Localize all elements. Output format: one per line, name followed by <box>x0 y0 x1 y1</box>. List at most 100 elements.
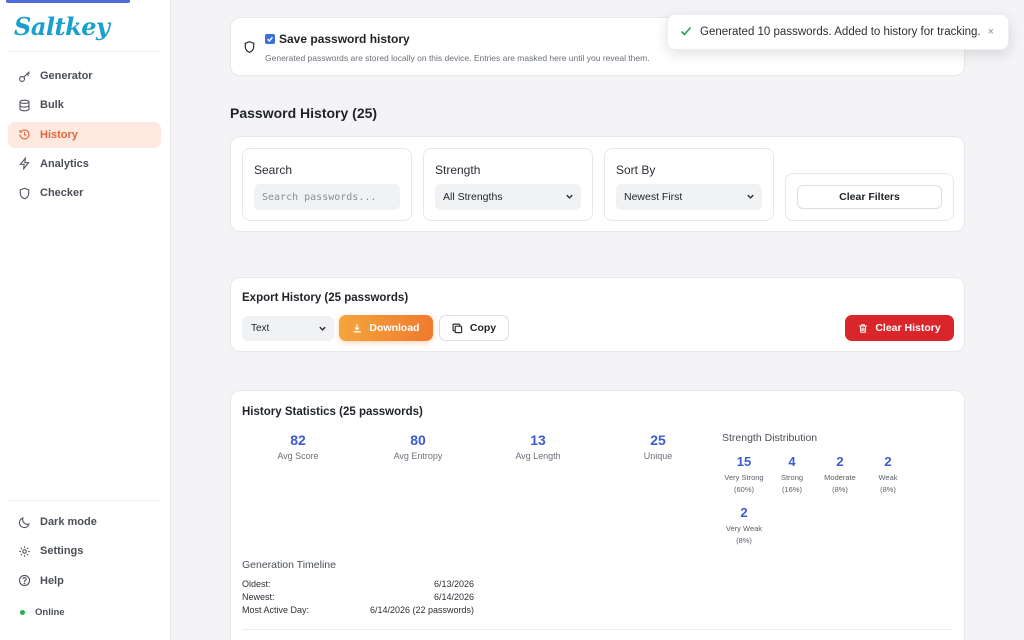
timeline-label: Newest: <box>242 592 275 602</box>
sidebar-item-help[interactable]: Help <box>8 568 161 594</box>
lightning-icon <box>17 157 31 171</box>
close-icon[interactable]: × <box>988 26 994 38</box>
search-label: Search <box>254 163 293 177</box>
sort-select[interactable]: Newest First <box>616 184 762 210</box>
clear-filters-box: Clear Filters <box>785 173 954 221</box>
distribution-weak: 2 Weak (8%) <box>862 454 914 496</box>
timeline-row: Oldest: 6/13/2026 <box>242 579 474 589</box>
main-nav: Generator Bulk History Analytics Checker <box>8 63 161 209</box>
shield-icon <box>17 186 31 200</box>
distribution-value: 15 <box>736 454 752 469</box>
distribution-very-weak: 2 Very Weak (8%) <box>718 505 770 547</box>
sidebar-item-label: Settings <box>40 545 84 558</box>
strength-label: Strength <box>435 163 481 177</box>
export-title: Export History (25 passwords) <box>242 292 409 304</box>
status-dot <box>20 610 25 615</box>
chevron-down-icon <box>318 324 327 336</box>
page-title: Password History (25) <box>230 105 378 121</box>
timeline-value: 6/14/2026 <box>433 592 474 602</box>
sort-filter: Sort By Newest First <box>604 148 774 221</box>
sidebar-item-bulk[interactable]: Bulk <box>8 92 161 118</box>
distribution-label: Moderate <box>824 473 856 482</box>
toast-message: Generated 10 passwords. Added to history… <box>700 26 981 38</box>
distribution-value: 2 <box>740 505 748 520</box>
statistics-card: History Statistics (25 passwords) 82 Avg… <box>230 390 965 640</box>
stat-value: 13 <box>530 432 546 448</box>
distribution-very-strong: 15 Very Strong (60%) <box>718 454 770 496</box>
distribution-label: Very Strong <box>724 473 764 482</box>
divider <box>8 500 160 501</box>
copy-label: Copy <box>469 322 497 334</box>
distribution-label: Weak <box>878 473 898 482</box>
trash-icon <box>858 323 868 334</box>
connection-status: Online <box>20 607 65 618</box>
distribution-pct: (8%) <box>832 485 848 494</box>
stat-label: Avg Score <box>277 451 319 461</box>
save-history-checkbox[interactable] <box>265 34 275 44</box>
key-icon <box>17 69 31 83</box>
sidebar-item-label: Checker <box>40 187 84 200</box>
distribution-value: 4 <box>788 454 796 469</box>
distribution-pct: (8%) <box>736 536 752 545</box>
clear-history-button[interactable]: Clear History <box>845 315 954 341</box>
moon-icon <box>17 515 31 529</box>
sidebar-item-history[interactable]: History <box>8 121 161 148</box>
stat-label: Avg Length <box>515 451 561 461</box>
save-history-description: Generated passwords are stored locally o… <box>265 53 650 63</box>
chevron-down-icon <box>565 192 574 204</box>
sidebar-top-accent <box>6 0 130 3</box>
distribution-value: 2 <box>884 454 892 469</box>
timeline-value: 6/14/2026 (22 passwords) <box>369 605 474 615</box>
history-icon <box>17 128 31 142</box>
sidebar-item-settings[interactable]: Settings <box>8 538 161 564</box>
bottom-nav: Dark mode Settings Help <box>8 509 161 597</box>
sidebar-item-generator[interactable]: Generator <box>8 63 161 89</box>
download-icon <box>352 323 362 333</box>
divider <box>242 629 953 630</box>
strength-select[interactable]: All Strengths <box>435 184 581 210</box>
check-icon <box>680 25 692 40</box>
timeline-value: 6/13/2026 <box>433 579 474 589</box>
timeline-row: Most Active Day: 6/14/2026 (22 passwords… <box>242 605 474 615</box>
stat-label: Unique <box>643 451 673 461</box>
sort-label: Sort By <box>616 163 656 177</box>
chevron-down-icon <box>746 192 755 204</box>
stat-avg-length: 13 Avg Length <box>478 432 598 461</box>
copy-button[interactable]: Copy <box>439 315 509 341</box>
sidebar-item-label: Analytics <box>40 157 89 170</box>
save-history-title: Save password history <box>279 32 410 46</box>
sidebar-item-analytics[interactable]: Analytics <box>8 151 161 177</box>
export-format-value: Text <box>251 323 270 334</box>
stat-unique: 25 Unique <box>598 432 718 461</box>
sidebar-item-label: History <box>40 128 78 141</box>
export-card: Export History (25 passwords) Text Downl… <box>230 277 965 352</box>
download-label: Download <box>369 322 420 334</box>
dark-mode-toggle[interactable]: Dark mode <box>8 509 161 535</box>
download-button[interactable]: Download <box>339 315 433 341</box>
search-input[interactable]: Search passwords... <box>254 184 400 210</box>
sort-select-value: Newest First <box>624 191 683 203</box>
filters-card: Search Search passwords... Strength All … <box>230 136 965 232</box>
clear-history-label: Clear History <box>875 322 941 334</box>
strength-filter: Strength All Strengths <box>423 148 593 221</box>
distribution-title: Strength Distribution <box>722 432 818 444</box>
distribution-label: Strong <box>780 473 804 482</box>
shield-icon <box>243 40 256 59</box>
distribution-pct: (8%) <box>880 485 896 494</box>
divider <box>8 51 160 52</box>
sidebar: Saltkey Generator Bulk History Analytics <box>0 0 171 640</box>
timeline-title: Generation Timeline <box>242 559 336 571</box>
stat-value: 82 <box>290 432 306 448</box>
distribution-pct: (16%) <box>781 485 802 494</box>
export-format-select[interactable]: Text <box>242 316 334 341</box>
sidebar-item-checker[interactable]: Checker <box>8 180 161 206</box>
sidebar-item-label: Dark mode <box>40 516 97 528</box>
help-icon <box>17 574 31 588</box>
distribution-label: Very Weak <box>725 524 763 533</box>
stat-value: 80 <box>410 432 426 448</box>
clear-filters-button[interactable]: Clear Filters <box>797 185 942 209</box>
stat-value: 25 <box>650 432 666 448</box>
copy-icon <box>452 323 463 334</box>
app-logo[interactable]: Saltkey <box>14 12 110 41</box>
search-filter: Search Search passwords... <box>242 148 412 221</box>
